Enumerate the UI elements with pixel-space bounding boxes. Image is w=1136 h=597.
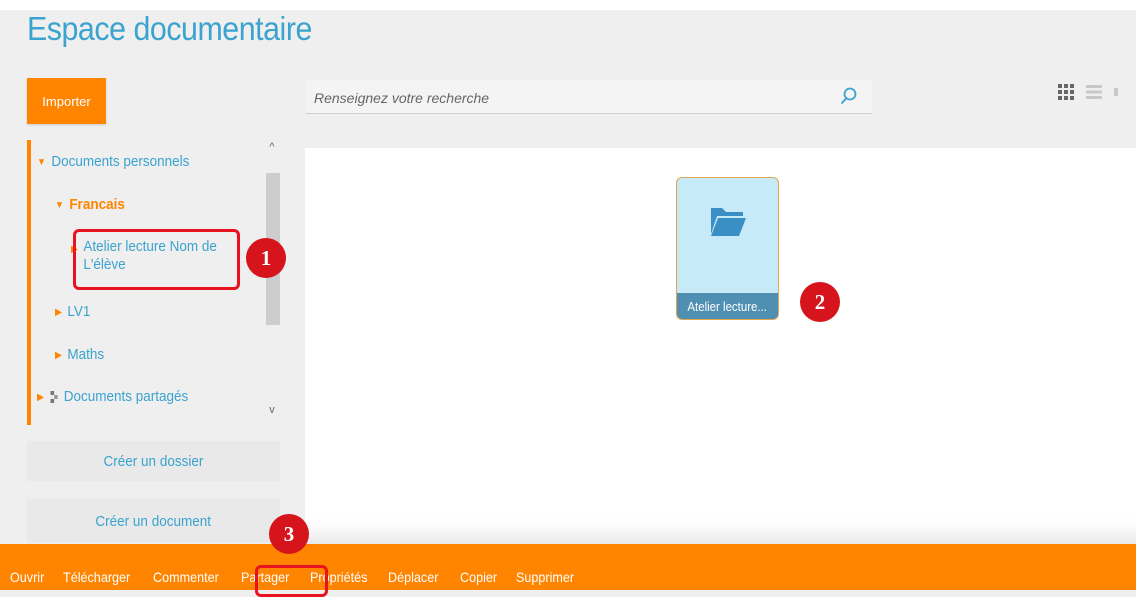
tree-item-label: Documents personnels bbox=[51, 153, 190, 170]
create-folder-label: Créer un dossier bbox=[103, 452, 204, 470]
top-strip bbox=[0, 0, 1136, 10]
create-document-button[interactable]: Créer un document bbox=[27, 499, 280, 543]
folder-open-icon bbox=[711, 208, 746, 236]
panel-view-icon[interactable] bbox=[1114, 84, 1122, 100]
annotation-badge-2: 2 bbox=[800, 282, 840, 322]
scroll-down-arrow[interactable]: v bbox=[266, 404, 278, 416]
folder-label-text: Atelier lecture... bbox=[687, 298, 768, 314]
annotation-highlight-3 bbox=[255, 565, 328, 597]
caret-down-icon: ▼ bbox=[55, 200, 64, 211]
annotation-badge-1: 1 bbox=[246, 238, 286, 278]
caret-right-icon: ▶ bbox=[37, 392, 44, 403]
import-button[interactable]: Importer bbox=[27, 78, 106, 124]
grid-view-icon[interactable] bbox=[1058, 84, 1074, 100]
annotation-badge-3: 3 bbox=[269, 514, 309, 554]
tree-item-documents-personnels[interactable]: ▼ Documents personnels bbox=[37, 153, 189, 170]
folder-label: Atelier lecture... bbox=[677, 293, 778, 319]
tree-item-label: Maths bbox=[67, 346, 105, 363]
action-copier[interactable]: Copier bbox=[460, 569, 497, 585]
folder-card[interactable]: Atelier lecture... bbox=[676, 177, 779, 320]
annotation-highlight-1 bbox=[73, 229, 240, 290]
action-telecharger[interactable]: Télécharger bbox=[63, 569, 130, 585]
tree-accent-bar bbox=[27, 140, 31, 425]
create-document-label: Créer un document bbox=[95, 512, 212, 530]
tree-item-francais[interactable]: ▼ Francais bbox=[55, 196, 125, 213]
scroll-up-arrow[interactable]: ^ bbox=[266, 141, 278, 153]
action-supprimer[interactable]: Supprimer bbox=[516, 569, 574, 585]
caret-down-icon: ▼ bbox=[37, 157, 46, 168]
tree-item-documents-partages[interactable]: ▶ Documents partagés bbox=[37, 388, 188, 405]
search-icon[interactable] bbox=[839, 86, 859, 106]
tree-item-label: Documents partagés bbox=[63, 388, 189, 405]
tree-item-lv1[interactable]: ▶ LV1 bbox=[55, 303, 90, 320]
action-deplacer[interactable]: Déplacer bbox=[388, 569, 438, 585]
tree-item-label: LV1 bbox=[67, 303, 91, 320]
search-input[interactable] bbox=[312, 86, 816, 110]
search-bar bbox=[306, 80, 872, 114]
page-title: Espace documentaire bbox=[27, 10, 312, 47]
caret-right-icon: ▶ bbox=[55, 350, 62, 361]
action-commenter[interactable]: Commenter bbox=[153, 569, 219, 585]
tree-item-maths[interactable]: ▶ Maths bbox=[55, 346, 104, 363]
list-view-icon[interactable] bbox=[1086, 84, 1102, 100]
create-folder-button[interactable]: Créer un dossier bbox=[27, 441, 280, 481]
shared-icon bbox=[50, 391, 58, 403]
caret-right-icon: ▶ bbox=[55, 307, 62, 318]
action-ouvrir[interactable]: Ouvrir bbox=[10, 569, 44, 585]
view-switcher bbox=[1058, 84, 1122, 100]
tree-item-label: Francais bbox=[69, 196, 125, 213]
